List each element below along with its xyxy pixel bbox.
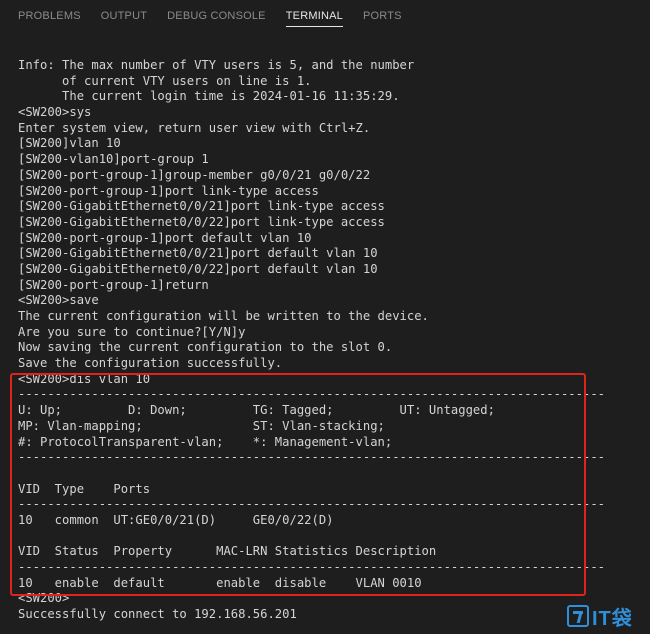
terminal-line: ----------------------------------------… (18, 450, 605, 465)
terminal-line: [SW200-port-group-1]port link-type acces… (18, 183, 319, 198)
terminal-line: [SW200-vlan10]port-group 1 (18, 152, 209, 167)
terminal-line: The current configuration will be writte… (18, 309, 429, 323)
terminal-line: Save the configuration successfully. (18, 356, 283, 371)
logo-text: IT袋 (592, 607, 633, 630)
terminal-line: ----------------------------------------… (18, 560, 605, 574)
terminal-line: Enter system view, return user view with… (18, 120, 371, 135)
terminal-line: [SW200-port-group-1]return (18, 277, 209, 292)
terminal-line: ----------------------------------------… (18, 497, 605, 512)
panel-tab-bar: PROBLEMS OUTPUT DEBUG CONSOLE TERMINAL P… (0, 0, 650, 32)
terminal-line: Are you sure to continue?[Y/N]y (18, 324, 246, 339)
terminal-line: The current login time is 2024-01-16 11:… (18, 89, 400, 104)
terminal-line: [SW200-GigabitEthernet0/0/22]port link-t… (18, 214, 385, 229)
tab-ports[interactable]: PORTS (353, 0, 412, 32)
terminal-line: #: ProtocolTransparent-vlan; *: Manageme… (18, 434, 393, 449)
terminal-output[interactable]: Info: The max number of VTY users is 5, … (18, 58, 643, 623)
tab-debug-console[interactable]: DEBUG CONSOLE (157, 0, 276, 32)
terminal-line: MP: Vlan-mapping; ST: Vlan-stacking; (18, 418, 385, 433)
terminal-line: [SW200-port-group-1]port default vlan 10 (18, 230, 312, 245)
logo-icon (567, 605, 589, 627)
terminal-line: 10 enable default enable disable VLAN 00… (18, 575, 422, 590)
watermark-logo: IT袋 (567, 602, 647, 630)
tab-problems[interactable]: PROBLEMS (0, 0, 91, 32)
terminal-line: [SW200]vlan 10 (18, 136, 121, 151)
terminal-line: Info: The max number of VTY users is 5, … (18, 58, 415, 72)
terminal-line: <SW200>dis vlan 10 (18, 371, 151, 386)
terminal-line: of current VTY users on line is 1. (18, 73, 312, 88)
terminal-line: VID Status Property MAC-LRN Statistics D… (18, 544, 437, 559)
terminal-line: Now saving the current configuration to … (18, 340, 393, 355)
terminal-line: VID Type Ports (18, 481, 151, 496)
terminal-line: [SW200-GigabitEthernet0/0/21]port link-t… (18, 199, 385, 214)
terminal-line: <SW200>sys (18, 105, 92, 120)
terminal-line: [SW200-port-group-1]group-member g0/0/21… (18, 167, 371, 182)
terminal-line: U: Up; D: Down; TG: Tagged; UT: Untagged… (18, 403, 495, 418)
tab-output[interactable]: OUTPUT (91, 0, 157, 32)
tab-terminal[interactable]: TERMINAL (276, 0, 353, 32)
terminal-line: Successfully connect to 192.168.56.201 (18, 607, 297, 622)
terminal-line: [SW200-GigabitEthernet0/0/21]port defaul… (18, 246, 378, 261)
terminal-line: <SW200>save (18, 293, 99, 308)
terminal-line: 10 common UT:GE0/0/21(D) GE0/0/22(D) (18, 512, 334, 527)
terminal-line: <SW200> (18, 591, 70, 606)
terminal-line: [SW200-GigabitEthernet0/0/22]port defaul… (18, 261, 378, 276)
terminal-line: ----------------------------------------… (18, 387, 605, 402)
